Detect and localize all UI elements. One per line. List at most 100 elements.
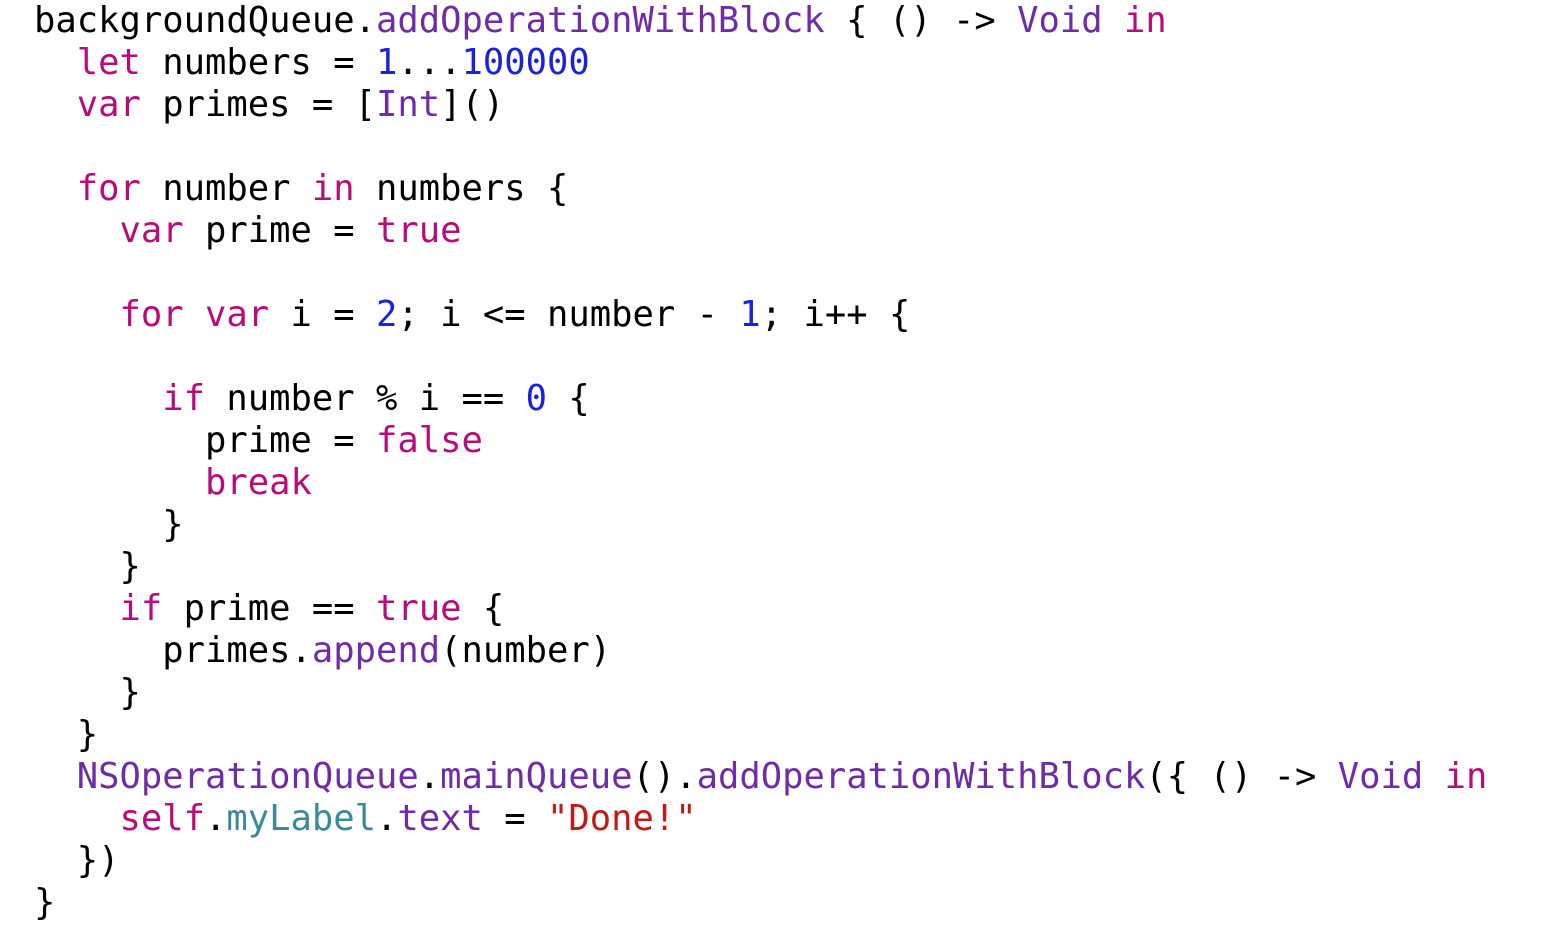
code-line: }	[34, 882, 1487, 924]
code-token-plain: { () ->	[824, 0, 1018, 41]
code-token-type: NSOperationQueue	[76, 756, 419, 797]
code-token-plain: {	[461, 588, 505, 629]
code-token-plain: ]()	[440, 84, 505, 125]
code-token-plain: .	[376, 798, 398, 839]
code-token-plain: ().	[632, 756, 697, 797]
code-token-method: append	[311, 630, 441, 671]
code-token-plain: primes.	[34, 630, 312, 671]
code-token-prop: myLabel	[226, 798, 376, 839]
code-line: var primes = [Int]()	[34, 84, 1487, 126]
code-token-plain: backgroundQueue.	[34, 0, 376, 41]
code-token-keyword: false	[375, 420, 483, 461]
code-token-keyword: in	[1124, 0, 1167, 41]
code-token-method: addOperationWithBlock	[696, 756, 1146, 797]
code-token-method: addOperationWithBlock	[375, 0, 825, 41]
code-line: if prime == true {	[34, 588, 1487, 630]
code-token-keyword: let	[76, 42, 141, 83]
code-token-number: 2	[376, 294, 398, 335]
code-line: }	[34, 672, 1487, 714]
code-token-plain: {	[546, 378, 590, 419]
code-token-number: 100000	[461, 42, 590, 83]
code-token-plain: ; i++ {	[760, 294, 911, 335]
code-token-keyword: if	[162, 378, 205, 419]
code-token-string: "Done!"	[547, 798, 697, 839]
code-token-plain: =	[482, 798, 547, 839]
code-token-plain: }	[34, 504, 184, 545]
code-token-plain: .	[205, 798, 227, 839]
code-token-keyword: true	[375, 210, 462, 251]
code-token-plain: ; i <= number -	[397, 294, 740, 335]
code-token-plain: }	[34, 672, 141, 713]
code-editor[interactable]: backgroundQueue.addOperationWithBlock { …	[0, 0, 1550, 936]
code-line: primes.append(number)	[34, 630, 1487, 672]
code-line: NSOperationQueue.mainQueue().addOperatio…	[34, 756, 1488, 798]
code-token-keyword: for	[119, 294, 184, 335]
code-token-plain: i =	[269, 294, 376, 335]
code-token-keyword: var	[205, 294, 270, 335]
code-line: })	[34, 840, 1487, 882]
code-line: backgroundQueue.addOperationWithBlock { …	[34, 0, 1487, 42]
code-line: for number in numbers {	[34, 168, 1487, 210]
code-token-plain: numbers =	[140, 42, 376, 83]
code-line: }	[34, 504, 1487, 546]
code-line: }	[34, 546, 1487, 588]
code-token-keyword: if	[119, 588, 163, 629]
code-token-keyword: var	[119, 210, 184, 251]
code-token-plain: ...	[397, 42, 462, 83]
code-token-keyword: in	[1444, 756, 1488, 797]
code-token-keyword: for	[76, 168, 141, 209]
code-token-plain: (number)	[440, 630, 612, 671]
code-token-plain: })	[34, 840, 120, 881]
code-block: backgroundQueue.addOperationWithBlock { …	[34, 0, 1487, 924]
code-line: var prime = true	[34, 210, 1487, 252]
code-token-plain: ({ () ->	[1145, 756, 1338, 797]
code-token-keyword: true	[375, 588, 462, 629]
code-token-method: text	[397, 798, 483, 839]
code-token-type: Void	[1017, 0, 1103, 41]
code-token-plain: numbers {	[354, 168, 569, 209]
code-line: let numbers = 1...100000	[34, 42, 1487, 84]
code-line: self.myLabel.text = "Done!"	[34, 798, 1487, 840]
code-token-plain: }	[34, 714, 99, 755]
code-token-keyword: in	[311, 168, 355, 209]
code-token-number: 0	[525, 378, 547, 419]
code-token-plain: number % i ==	[205, 378, 526, 419]
code-token-plain: prime =	[34, 420, 376, 461]
code-token-plain: }	[34, 546, 141, 587]
code-token-plain: }	[34, 882, 56, 923]
code-token-plain: prime ==	[162, 588, 376, 629]
code-token-number: 1	[375, 42, 398, 83]
code-line: for var i = 2; i <= number - 1; i++ {	[34, 294, 1487, 336]
code-line: if number % i == 0 {	[34, 378, 1487, 420]
code-token-plain: .	[418, 756, 441, 797]
code-token-keyword: break	[204, 462, 312, 503]
code-line: prime = false	[34, 420, 1487, 462]
code-token-type: Int	[375, 84, 441, 125]
code-token-plain: number	[140, 168, 312, 209]
code-token-keyword: self	[119, 798, 206, 839]
code-token-keyword: var	[76, 84, 141, 125]
code-token-plain: primes = [	[140, 84, 376, 125]
code-token-method: mainQueue	[440, 756, 633, 797]
code-token-type: Void	[1337, 756, 1424, 797]
code-line: break	[34, 462, 1487, 504]
code-token-plain: prime =	[183, 210, 376, 251]
code-token-number: 1	[739, 294, 761, 335]
code-line: }	[34, 714, 1487, 756]
